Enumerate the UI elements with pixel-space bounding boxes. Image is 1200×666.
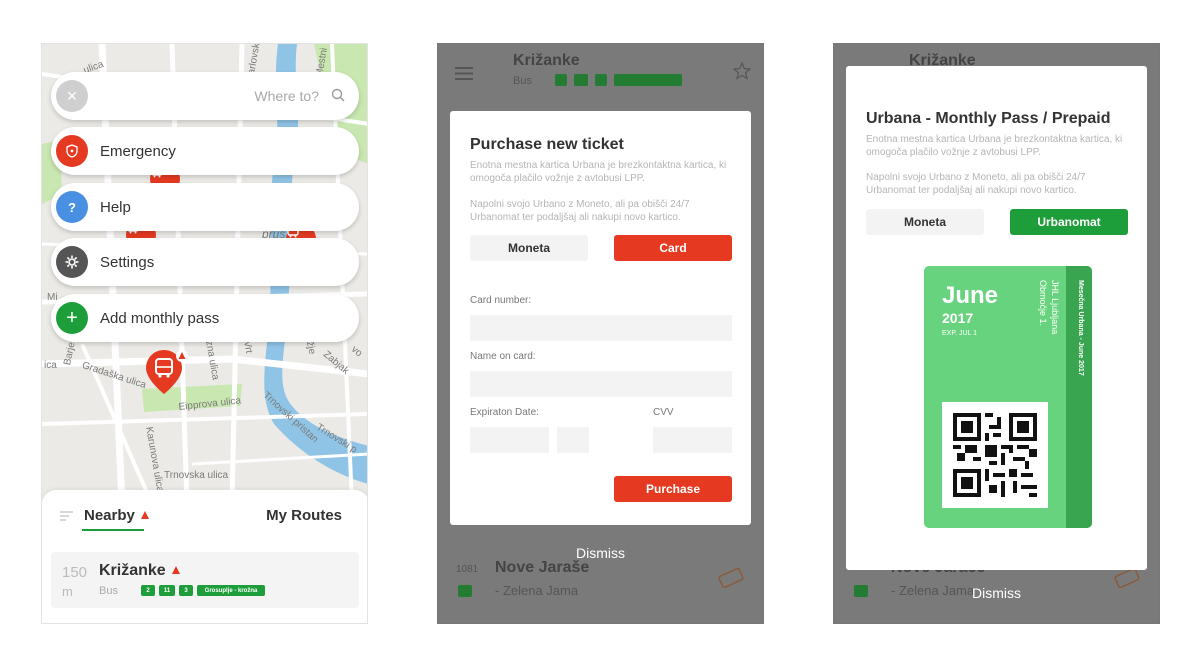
tab-moneta[interactable]: Moneta (470, 235, 588, 261)
tab-nearby[interactable]: Nearby (84, 507, 149, 524)
dismiss-button[interactable]: Dismiss (438, 545, 763, 561)
stop-card[interactable]: 150 m Križanke Bus 2 11 3 Grosuplje - kr… (51, 552, 359, 608)
purchase-button[interactable]: Purchase (614, 476, 732, 502)
modal-description: Napolni svojo Urbano z Moneto, ali pa ob… (470, 199, 690, 223)
close-button[interactable]: × (56, 80, 88, 112)
tab-moneta[interactable]: Moneta (866, 209, 984, 235)
cvv-input[interactable] (653, 427, 732, 453)
menu-item-settings[interactable]: Settings (51, 238, 359, 286)
gear-icon (56, 246, 88, 278)
line-chip: 3 (179, 585, 193, 596)
monthly-pass-screen: Križanke Nove Jarače - Zelena Jama Urban… (833, 43, 1160, 624)
card-number-input[interactable] (470, 315, 732, 341)
tab-urbanomat[interactable]: Urbanomat (1010, 209, 1128, 235)
expiration-year-input[interactable] (557, 427, 589, 453)
map-label: Vrt (241, 340, 255, 355)
modal-title: Urbana - Monthly Pass / Prepaid (866, 110, 1111, 127)
ticket-icon (718, 568, 744, 588)
modal-description: Napolni svojo Urbano z Moneto, ali pa ob… (866, 172, 1086, 196)
alert-icon (171, 566, 180, 574)
bg-line-chip (458, 585, 472, 597)
menu-item-help[interactable]: ? Help (51, 183, 359, 231)
expiration-month-input[interactable] (470, 427, 549, 453)
line-chip: 2 (141, 585, 155, 596)
tab-label: Nearby (84, 507, 135, 524)
pass-strip-label: Mesečna Urbana - June 2017 (1077, 280, 1084, 376)
card-number-label: Card number: (470, 295, 532, 306)
bg-line-chip (574, 74, 588, 86)
pass-year: 2017 (942, 310, 974, 326)
menu-item-add-monthly-pass[interactable]: + Add monthly pass (51, 294, 359, 342)
menu-icon (455, 67, 473, 80)
menu-item-label: Emergency (100, 142, 176, 160)
menu-item-label: Add monthly pass (100, 309, 220, 327)
line-chip: 11 (159, 585, 175, 596)
pass-expiry: EXP. JUL 1 (942, 330, 978, 337)
menu-item-label: Settings (100, 253, 155, 271)
search-placeholder: Where to? (254, 88, 319, 104)
tab-my-routes[interactable]: My Routes (266, 507, 342, 524)
bg-line-chip (555, 74, 567, 86)
line-chip: Grosuplje - krožna (197, 585, 265, 596)
qr-code-icon (953, 413, 1037, 497)
stop-distance: 150 (62, 564, 88, 581)
question-icon: ? (56, 191, 88, 223)
purchase-screen: Križanke Bus 1081 Nove Jaraše - Zelena J… (437, 43, 764, 624)
search-icon[interactable] (331, 88, 345, 102)
pass-month: June (942, 282, 999, 309)
close-icon: × (66, 86, 78, 106)
bg-stop-dest: - Zelena Jama (495, 583, 579, 598)
map-pin-icon (146, 350, 188, 394)
bg-stop-title: Križanke (513, 52, 580, 69)
monthly-pass-modal: Urbana - Monthly Pass / Prepaid Enotna m… (846, 66, 1147, 570)
purchase-modal: Purchase new ticket Enotna mestna kartic… (450, 111, 751, 525)
bg-line-chip (614, 74, 682, 86)
bg-line-chip (595, 74, 607, 86)
expiration-label: Expiraton Date: (470, 407, 539, 418)
menu-item-label: Help (100, 198, 131, 216)
bg-stop-title: Nove Jaraše (495, 559, 590, 576)
stop-distance-unit: m (62, 584, 73, 599)
modal-description: Enotna mestna kartica Urbana je brezkont… (866, 134, 1123, 158)
name-on-card-input[interactable] (470, 371, 732, 397)
alert-icon (140, 511, 149, 519)
tab-card[interactable]: Card (614, 235, 732, 261)
filter-icon[interactable] (60, 511, 73, 521)
pass-zone: Območje 1. (1038, 280, 1048, 327)
name-on-card-label: Name on card: (470, 351, 536, 362)
bottom-sheet: Nearby My Routes 150 m Križanke Bus 2 11… (42, 490, 367, 623)
stop-type: Bus (99, 585, 118, 597)
bg-stop-type: Bus (513, 75, 532, 87)
shield-icon (56, 135, 88, 167)
tab-indicator (82, 529, 144, 531)
modal-description: Enotna mestna kartica Urbana je brezkont… (470, 160, 727, 184)
qr-code (942, 402, 1048, 508)
star-icon (733, 62, 751, 80)
map-label: ica (44, 360, 57, 371)
bg-distance: 1081 (456, 564, 479, 575)
cvv-label: CVV (653, 407, 674, 418)
dismiss-button[interactable]: Dismiss (834, 585, 1159, 601)
modal-title: Purchase new ticket (470, 136, 624, 153)
map-screen: ulica Karlovska Mestni prus Mi Barje ica… (41, 43, 368, 624)
stop-name-text: Križanke (99, 562, 166, 579)
plus-icon: + (56, 302, 88, 334)
search-bar[interactable]: × Where to? (51, 72, 359, 120)
monthly-pass-card: June 2017 EXP. JUL 1 JHL Ljubljana Območ… (924, 266, 1092, 528)
menu-item-emergency[interactable]: Emergency (51, 127, 359, 175)
pass-issuer: JHL Ljubljana (1050, 280, 1060, 335)
stop-name: Križanke (99, 562, 180, 580)
map-label: Trnovska ulica (164, 470, 229, 481)
